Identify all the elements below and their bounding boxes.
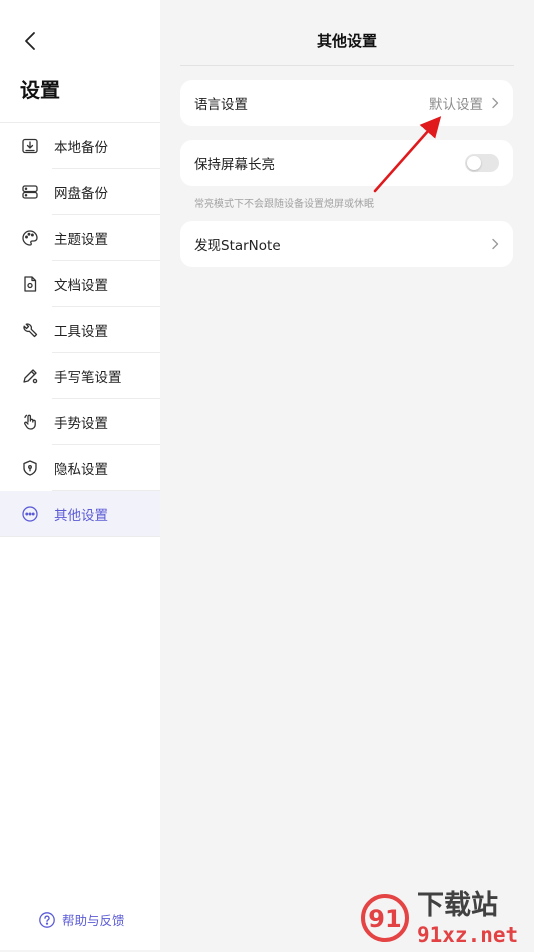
sidebar-item-label: 网盘备份 xyxy=(54,186,108,202)
sidebar-item-tools[interactable]: 工具设置 xyxy=(0,307,160,353)
cloud-drive-icon xyxy=(20,182,40,202)
sidebar-item-cloud-backup[interactable]: 网盘备份 xyxy=(0,169,160,215)
wrench-icon xyxy=(20,320,40,340)
sidebar-item-local-backup[interactable]: 本地备份 xyxy=(0,123,160,169)
svg-text:91xz.net: 91xz.net xyxy=(417,923,518,947)
watermark-logo: 91 下载站 91xz.net xyxy=(357,882,532,948)
palette-icon xyxy=(20,228,40,248)
sidebar-item-stylus[interactable]: 手写笔设置 xyxy=(0,353,160,399)
sidebar-item-label: 手写笔设置 xyxy=(54,370,122,386)
sidebar-title: 设置 xyxy=(20,78,60,102)
local-backup-icon xyxy=(20,136,40,156)
keep-screen-on-row: 保持屏幕长亮 xyxy=(180,140,513,186)
keep-screen-on-hint: 常亮模式下不会跟随设备设置熄屏或休眠 xyxy=(194,199,374,210)
keep-screen-on-label: 保持屏幕长亮 xyxy=(194,157,275,173)
sidebar-item-theme[interactable]: 主题设置 xyxy=(0,215,160,261)
sidebar: 设置 本地备份 网盘备份 主题设置 文档设置 工具设置 手写笔设置 手势设置 隐… xyxy=(0,0,160,950)
toggle-knob xyxy=(467,156,481,170)
sidebar-item-label: 隐私设置 xyxy=(54,462,108,478)
language-label: 语言设置 xyxy=(194,97,248,113)
sidebar-item-label: 本地备份 xyxy=(54,140,108,156)
more-dots-icon xyxy=(20,504,40,524)
sidebar-item-label: 工具设置 xyxy=(54,324,108,340)
hand-gesture-icon xyxy=(20,412,40,432)
main-panel: 其他设置 语言设置 默认设置 保持屏幕长亮 常亮模式下不会跟随设备设置熄屏或休眠… xyxy=(160,0,534,950)
title-divider xyxy=(180,65,514,66)
document-gear-icon xyxy=(20,274,40,294)
chevron-left-icon xyxy=(25,32,35,50)
shield-icon xyxy=(20,458,40,478)
question-circle-icon xyxy=(39,911,55,928)
pen-gear-icon xyxy=(20,366,40,386)
page-title: 其他设置 xyxy=(316,32,377,50)
chevron-right-icon xyxy=(491,97,499,109)
sidebar-item-label: 手势设置 xyxy=(54,416,108,432)
sidebar-item-label: 文档设置 xyxy=(54,278,108,294)
language-value: 默认设置 xyxy=(429,97,483,113)
keep-screen-on-toggle[interactable] xyxy=(465,154,499,172)
sidebar-item-label: 主题设置 xyxy=(54,232,108,248)
sidebar-item-privacy[interactable]: 隐私设置 xyxy=(0,445,160,491)
svg-text:91: 91 xyxy=(368,905,401,933)
language-setting-row[interactable]: 语言设置 默认设置 xyxy=(180,80,513,126)
svg-text:下载站: 下载站 xyxy=(417,890,498,921)
chevron-right-icon xyxy=(491,238,499,250)
sidebar-item-other[interactable]: 其他设置 xyxy=(0,491,160,537)
discover-label: 发现StarNote xyxy=(194,238,281,254)
discover-starnote-row[interactable]: 发现StarNote xyxy=(180,221,513,267)
settings-menu: 本地备份 网盘备份 主题设置 文档设置 工具设置 手写笔设置 手势设置 隐私设置… xyxy=(0,122,160,537)
sidebar-item-label: 其他设置 xyxy=(54,508,108,524)
help-feedback-link[interactable]: 帮助与反馈 xyxy=(38,910,125,929)
back-button[interactable] xyxy=(14,26,46,56)
help-feedback-label: 帮助与反馈 xyxy=(62,913,125,928)
sidebar-item-gesture[interactable]: 手势设置 xyxy=(0,399,160,445)
sidebar-item-document[interactable]: 文档设置 xyxy=(0,261,160,307)
